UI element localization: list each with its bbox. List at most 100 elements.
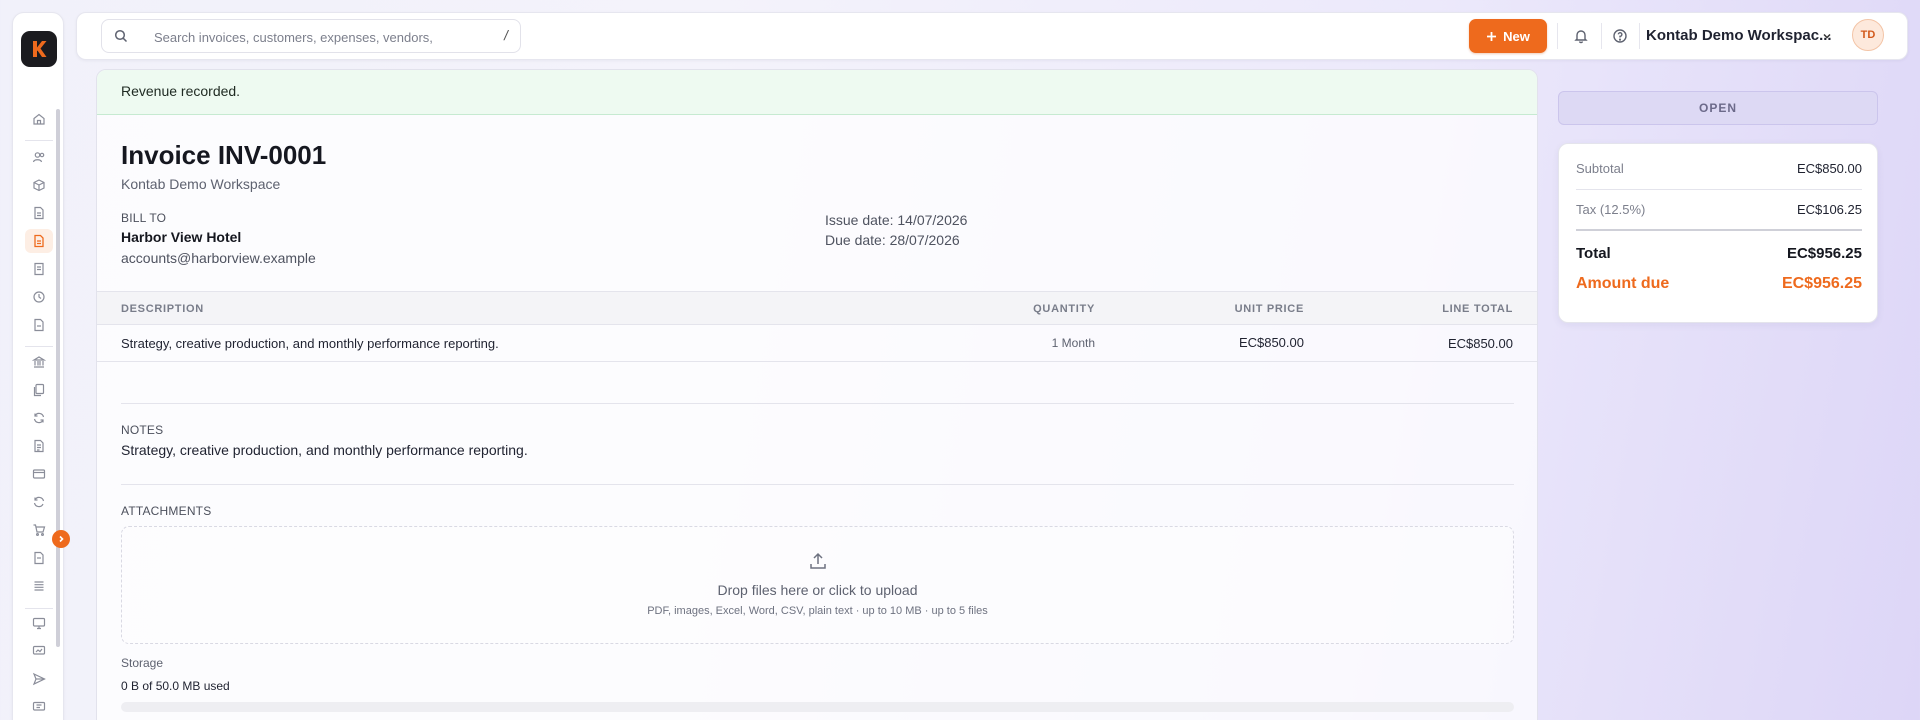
sidebar-item-ledger[interactable]	[25, 574, 53, 598]
subtotal-label: Subtotal	[1576, 160, 1624, 176]
sidebar-item-expenses[interactable]	[25, 378, 53, 402]
line-items-header: DESCRIPTION QUANTITY UNIT PRICE LINE TOT…	[97, 291, 1537, 325]
sidebar-divider	[25, 346, 53, 347]
subtotal-row: Subtotal EC$850.00	[1576, 156, 1862, 180]
sidebar-item-home[interactable]	[25, 107, 53, 131]
avatar[interactable]: TD	[1852, 19, 1884, 51]
search-icon	[114, 29, 128, 48]
sidebar-item-products[interactable]	[25, 173, 53, 197]
credit-card-icon	[32, 469, 46, 479]
amount-due-row: Amount due EC$956.25	[1576, 271, 1862, 297]
line-unit-price: EC$850.00	[1238, 335, 1304, 350]
file-dropzone[interactable]: Drop files here or click to upload PDF, …	[121, 526, 1514, 644]
success-banner: Revenue recorded.	[97, 70, 1537, 115]
new-button-label: New	[1503, 28, 1530, 44]
sidebar-divider	[25, 140, 53, 141]
sidebar-item-quotes[interactable]	[25, 201, 53, 225]
subtotal-value: EC$850.00	[1796, 160, 1862, 176]
sidebar-item-vendor-bills[interactable]	[25, 546, 53, 570]
sidebar-item-recurring[interactable]	[25, 490, 53, 514]
sidebar-item-transfers[interactable]	[25, 406, 53, 430]
logo-k-icon	[33, 41, 47, 57]
bank-icon	[32, 356, 46, 368]
top-bar: / New Kontab Demo Workspac... TD	[76, 12, 1908, 60]
customer-name: Harbor View Hotel	[121, 229, 242, 245]
storage-label: Storage	[121, 656, 164, 670]
sidebar-item-send[interactable]	[25, 667, 53, 691]
totals-divider	[1576, 189, 1862, 190]
line-quantity: 1 Month	[1051, 336, 1095, 350]
amount-due-label: Amount due	[1576, 275, 1670, 292]
bill-to-label: BILL TO	[121, 211, 167, 225]
search-box[interactable]: /	[101, 19, 521, 53]
tax-label: Tax (12.5%)	[1576, 201, 1646, 217]
column-header-unit-price: UNIT PRICE	[1234, 303, 1304, 315]
app-logo[interactable]	[21, 31, 57, 67]
section-divider	[121, 484, 1514, 485]
notifications-button[interactable]	[1570, 25, 1592, 47]
file-icon	[34, 318, 44, 332]
table-row: Strategy, creative production, and month…	[97, 325, 1537, 362]
users-icon	[32, 152, 45, 163]
sidebar-item-analytics[interactable]	[25, 639, 53, 663]
bill-icon	[34, 551, 44, 565]
column-header-line-total: LINE TOTAL	[1442, 303, 1513, 315]
sidebar-item-invoices[interactable]	[25, 229, 53, 253]
amount-due-value: EC$956.25	[1781, 275, 1862, 292]
sidebar-divider	[25, 608, 53, 609]
sidebar-item-history[interactable]	[25, 285, 53, 309]
sidebar-item-banking[interactable]	[25, 350, 53, 374]
customer-email: accounts@harborview.example	[121, 250, 316, 266]
total-label: Total	[1576, 244, 1611, 262]
sidebar-item-purchases[interactable]	[25, 518, 53, 542]
status-badge: OPEN	[1558, 91, 1878, 125]
issue-date: Issue date: 14/07/2026	[825, 212, 968, 228]
sidebar-item-credit-notes[interactable]	[25, 313, 53, 337]
search-shortcut-hint: /	[502, 28, 510, 42]
plus-icon	[1487, 31, 1497, 41]
sidebar-item-receipts[interactable]	[25, 257, 53, 281]
bell-icon	[1574, 30, 1588, 44]
attachments-label: ATTACHMENTS	[121, 504, 212, 518]
receipt-icon	[34, 262, 44, 276]
sidebar-item-users[interactable]	[25, 145, 53, 169]
sidebar-scrollbar[interactable]	[56, 109, 60, 647]
topbar-divider	[1557, 23, 1558, 49]
upload-icon	[808, 551, 828, 576]
chevron-down-icon[interactable]	[1821, 29, 1833, 47]
sidebar-item-payments[interactable]	[25, 462, 53, 486]
new-button[interactable]: New	[1469, 19, 1547, 53]
topbar-divider	[1601, 23, 1602, 49]
help-icon	[1613, 29, 1627, 43]
due-date: Due date: 28/07/2026	[825, 232, 960, 248]
line-total: EC$850.00	[1447, 336, 1513, 351]
notes-label: NOTES	[121, 423, 164, 437]
cart-icon	[33, 524, 46, 537]
totals-card: Subtotal EC$850.00 Tax (12.5%) EC$106.25…	[1558, 143, 1878, 323]
help-button[interactable]	[1609, 25, 1631, 47]
tax-row: Tax (12.5%) EC$106.25	[1576, 197, 1862, 221]
file-text-icon	[34, 439, 44, 453]
total-row: Total EC$956.25	[1576, 240, 1862, 266]
sidebar-item-reports[interactable]	[25, 611, 53, 635]
workspace-switcher[interactable]: Kontab Demo Workspac...	[1646, 27, 1832, 44]
dropzone-subtitle: PDF, images, Excel, Word, CSV, plain tex…	[647, 605, 988, 617]
refresh-icon	[33, 412, 45, 424]
column-header-description: DESCRIPTION	[121, 303, 204, 315]
send-icon	[32, 672, 46, 686]
sidebar-collapse-button[interactable]	[52, 530, 70, 548]
monitor-chart-icon	[32, 645, 46, 655]
notes-text: Strategy, creative production, and month…	[121, 442, 528, 458]
line-description: Strategy, creative production, and month…	[121, 336, 499, 351]
storage-used: 0 B of 50.0 MB used	[121, 679, 230, 693]
copy-icon	[33, 383, 45, 397]
list-icon	[34, 581, 44, 591]
recurring-icon	[33, 496, 45, 508]
search-input[interactable]	[154, 28, 484, 46]
dropzone-title: Drop files here or click to upload	[717, 582, 918, 598]
clock-icon	[33, 291, 45, 303]
sidebar-item-tax-reports[interactable]	[25, 695, 53, 719]
chevron-right-icon	[59, 535, 64, 543]
sidebar	[12, 12, 64, 720]
sidebar-item-bills[interactable]	[25, 434, 53, 458]
